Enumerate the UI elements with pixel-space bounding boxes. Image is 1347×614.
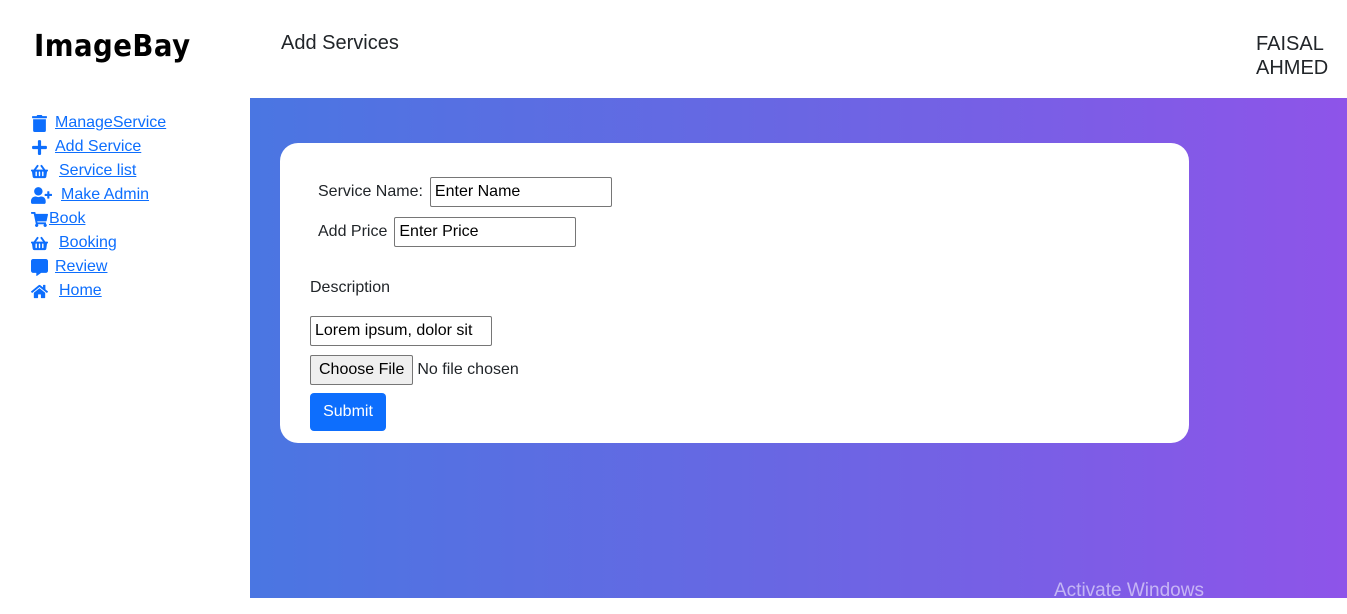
sidebar-item-service-list[interactable]: Service list [30, 159, 240, 183]
choose-file-button[interactable]: Choose File [310, 355, 414, 385]
app-logo[interactable]: ImageBay [34, 27, 191, 67]
submit-button[interactable]: Submit [310, 393, 386, 431]
trash-icon [30, 114, 48, 132]
plus-icon [30, 138, 48, 156]
basket-icon [30, 162, 48, 180]
cart-icon [30, 210, 48, 228]
sidebar-item-label: ManageService [55, 114, 167, 131]
sidebar-item-label: Add Service [55, 138, 142, 155]
user-plus-icon [30, 186, 52, 204]
sidebar: ManageService Add Service Service list M… [30, 111, 240, 303]
sidebar-item-home[interactable]: Home [30, 279, 240, 303]
basket-icon [30, 234, 48, 252]
price-label: Add Price [318, 223, 388, 240]
activate-windows-subtitle: Go to Settings to activate Windows. [1054, 604, 1260, 614]
sidebar-item-label: Review [55, 258, 108, 275]
add-service-form: Service Name: Add Price Description Choo… [280, 143, 1189, 443]
service-name-input[interactable] [429, 177, 612, 207]
sidebar-item-label: Service list [59, 162, 137, 179]
sidebar-item-add-service[interactable]: Add Service [30, 135, 240, 159]
sidebar-item-label: Make Admin [61, 186, 150, 203]
price-input[interactable] [394, 217, 577, 247]
page-title: Add Services [281, 32, 399, 54]
description-label: Description [310, 279, 391, 296]
sidebar-item-label: Home [59, 282, 102, 299]
sidebar-item-booking[interactable]: Booking [30, 231, 240, 255]
page: ImageBay Add Services FAISAL AHMED Manag… [0, 0, 1347, 614]
service-name-label: Service Name: [318, 183, 423, 200]
main-content: Service Name: Add Price Description Choo… [250, 98, 1347, 598]
description-input[interactable] [310, 316, 492, 346]
sidebar-item-label: Booking [59, 234, 117, 251]
price-row: Add Price [318, 217, 577, 247]
file-upload: Choose File No file chosen [310, 355, 519, 385]
file-status: No file chosen [417, 361, 519, 378]
sidebar-item-make-admin[interactable]: Make Admin [30, 183, 240, 207]
service-name-row: Service Name: [318, 177, 612, 207]
sidebar-item-book[interactable]: Book [30, 207, 240, 231]
home-icon [30, 282, 48, 300]
activate-windows-title: Activate Windows [1054, 580, 1204, 601]
sidebar-item-review[interactable]: Review [30, 255, 240, 279]
user-name: FAISAL AHMED [1256, 33, 1329, 79]
comment-icon [30, 258, 48, 276]
sidebar-item-label: Book [49, 210, 86, 227]
sidebar-item-manage-service[interactable]: ManageService [30, 111, 240, 135]
